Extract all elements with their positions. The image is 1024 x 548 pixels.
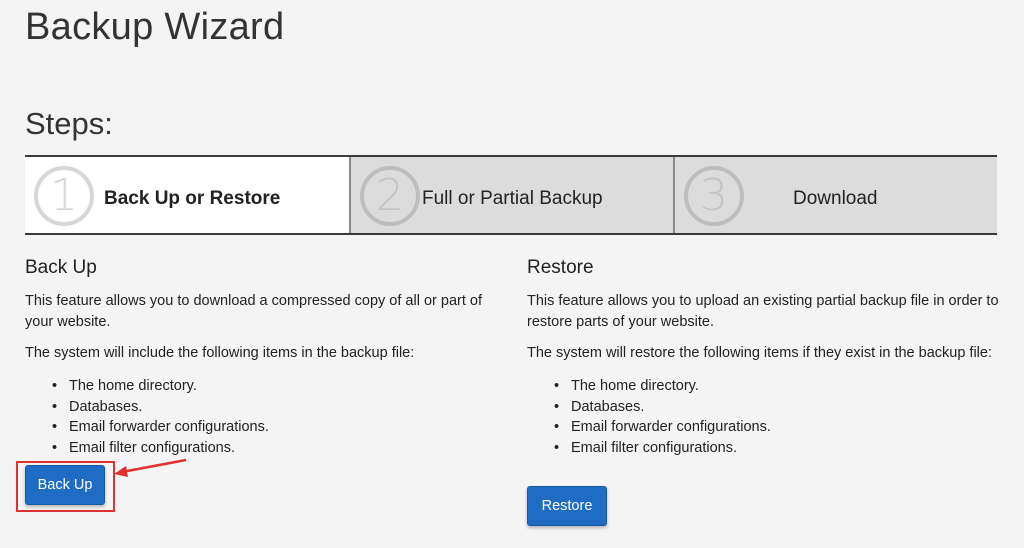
restore-items-list: The home directory. Databases. Email for…	[554, 376, 1007, 458]
step-3: 3 Download	[673, 157, 997, 233]
list-item: Databases.	[52, 397, 505, 418]
backup-heading: Back Up	[25, 257, 97, 278]
page-title: Backup Wizard	[25, 6, 285, 48]
step-2-label: Full or Partial Backup	[422, 188, 603, 209]
step-1-label: Back Up or Restore	[104, 188, 281, 209]
list-item: Email filter configurations.	[554, 438, 1007, 459]
backup-wizard-page: Backup Wizard Steps: 1 Back Up or Restor…	[0, 0, 1024, 548]
list-item: Email forwarder configurations.	[52, 417, 505, 438]
backup-section: Back Up This feature allows you to downl…	[25, 257, 505, 458]
step-1: 1 Back Up or Restore	[25, 157, 349, 233]
list-item: Email filter configurations.	[52, 438, 505, 459]
list-item: The home directory.	[554, 376, 1007, 397]
step-1-number-icon: 1	[34, 166, 94, 226]
list-item: The home directory.	[52, 376, 505, 397]
step-2: 2 Full or Partial Backup	[349, 157, 673, 233]
backup-items-list: The home directory. Databases. Email for…	[52, 376, 505, 458]
step-2-number-icon: 2	[360, 166, 420, 226]
backup-description: This feature allows you to download a co…	[25, 293, 482, 330]
restore-section: Restore This feature allows you to uploa…	[527, 257, 1007, 458]
back-up-button[interactable]: Back Up	[25, 465, 105, 505]
backup-intro: The system will include the following it…	[25, 345, 415, 361]
steps-progress-bar: 1 Back Up or Restore 2 Full or Partial B…	[25, 155, 997, 235]
annotation-arrow-icon	[114, 458, 187, 477]
restore-heading: Restore	[527, 257, 594, 278]
list-item: Databases.	[554, 397, 1007, 418]
restore-button[interactable]: Restore	[527, 486, 607, 526]
restore-intro: The system will restore the following it…	[527, 345, 992, 361]
step-3-label: Download	[793, 188, 878, 209]
steps-heading: Steps:	[25, 106, 113, 141]
list-item: Email forwarder configurations.	[554, 417, 1007, 438]
restore-description: This feature allows you to upload an exi…	[527, 293, 999, 330]
step-3-number-icon: 3	[684, 166, 744, 226]
